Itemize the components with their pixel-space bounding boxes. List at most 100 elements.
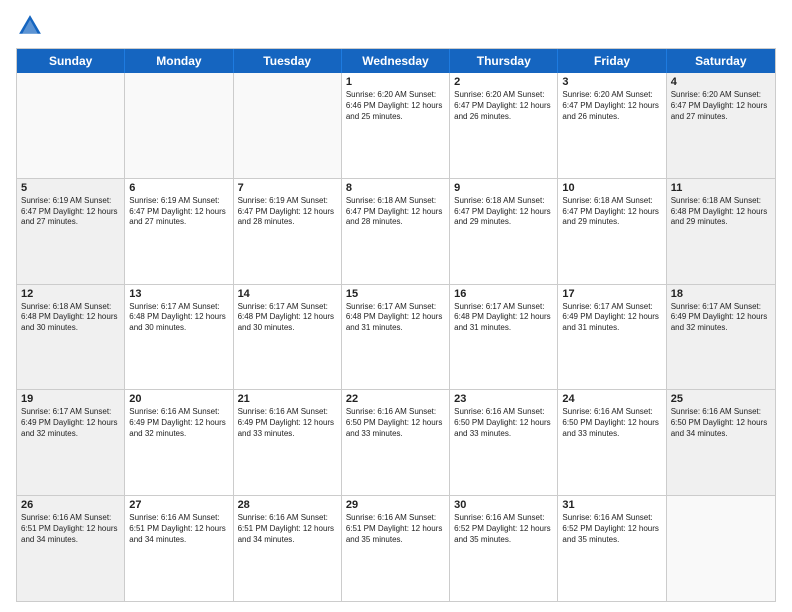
calendar-cell: 16Sunrise: 6:17 AM Sunset: 6:48 PM Dayli… [450,285,558,390]
day-info: Sunrise: 6:17 AM Sunset: 6:48 PM Dayligh… [238,302,337,334]
day-info: Sunrise: 6:18 AM Sunset: 6:47 PM Dayligh… [454,196,553,228]
calendar-body: 1 Sunrise: 6:20 AM Sunset: 6:46 PM Daylig… [17,73,775,601]
day-info: Sunrise: 6:17 AM Sunset: 6:49 PM Dayligh… [562,302,661,334]
day-number: 25 [671,393,771,405]
day-number: 3 [562,76,661,88]
day-info: Sunrise: 6:16 AM Sunset: 6:50 PM Dayligh… [671,407,771,439]
calendar-cell: 8 Sunrise: 6:18 AM Sunset: 6:47 PM Daylig… [342,179,450,284]
calendar-header-row: SundayMondayTuesdayWednesdayThursdayFrid… [17,49,775,73]
calendar-header-cell: Thursday [450,49,558,73]
day-number: 14 [238,288,337,300]
day-info: Sunrise: 6:19 AM Sunset: 6:47 PM Dayligh… [238,196,337,228]
day-info: Sunrise: 6:16 AM Sunset: 6:49 PM Dayligh… [129,407,228,439]
day-number: 17 [562,288,661,300]
day-info: Sunrise: 6:18 AM Sunset: 6:47 PM Dayligh… [346,196,445,228]
calendar-cell: 9 Sunrise: 6:18 AM Sunset: 6:47 PM Daylig… [450,179,558,284]
day-number: 23 [454,393,553,405]
calendar-cell: 3 Sunrise: 6:20 AM Sunset: 6:47 PM Daylig… [558,73,666,178]
calendar-header-cell: Monday [125,49,233,73]
calendar-cell: 25 Sunrise: 6:16 AM Sunset: 6:50 PM Dayli… [667,390,775,495]
calendar-cell: 7 Sunrise: 6:19 AM Sunset: 6:47 PM Daylig… [234,179,342,284]
calendar-cell [125,73,233,178]
calendar-cell: 13 Sunrise: 6:17 AM Sunset: 6:48 PM Dayli… [125,285,233,390]
calendar-cell: 17 Sunrise: 6:17 AM Sunset: 6:49 PM Dayli… [558,285,666,390]
calendar-cell: 18 Sunrise: 6:17 AM Sunset: 6:49 PM Dayli… [667,285,775,390]
day-info: Sunrise: 6:18 AM Sunset: 6:48 PM Dayligh… [671,196,771,228]
calendar-cell: 10 Sunrise: 6:18 AM Sunset: 6:47 PM Dayli… [558,179,666,284]
calendar-cell [234,73,342,178]
calendar-week: 5 Sunrise: 6:19 AM Sunset: 6:47 PM Daylig… [17,179,775,285]
day-number: 31 [562,499,661,511]
day-number: 2 [454,76,553,88]
calendar-cell: 30 Sunrise: 6:16 AM Sunset: 6:52 PM Dayli… [450,496,558,601]
day-number: 10 [562,182,661,194]
calendar-cell: 23 Sunrise: 6:16 AM Sunset: 6:50 PM Dayli… [450,390,558,495]
day-number: 19 [21,393,120,405]
day-number: 29 [346,499,445,511]
day-info: Sunrise: 6:16 AM Sunset: 6:51 PM Dayligh… [238,513,337,545]
calendar-header-cell: Tuesday [234,49,342,73]
day-info: Sunrise: 6:16 AM Sunset: 6:50 PM Dayligh… [454,407,553,439]
day-number: 6 [129,182,228,194]
calendar-cell: 14 Sunrise: 6:17 AM Sunset: 6:48 PM Dayli… [234,285,342,390]
day-info: Sunrise: 6:16 AM Sunset: 6:49 PM Dayligh… [238,407,337,439]
day-info: Sunrise: 6:18 AM Sunset: 6:47 PM Dayligh… [562,196,661,228]
calendar-cell: 12Sunrise: 6:18 AM Sunset: 6:48 PM Dayli… [17,285,125,390]
day-info: Sunrise: 6:17 AM Sunset: 6:48 PM Dayligh… [454,302,553,334]
calendar-cell: 31 Sunrise: 6:16 AM Sunset: 6:52 PM Dayli… [558,496,666,601]
calendar-header-cell: Saturday [667,49,775,73]
header [16,12,776,40]
calendar-cell: 4 Sunrise: 6:20 AM Sunset: 6:47 PM Daylig… [667,73,775,178]
day-number: 8 [346,182,445,194]
day-info: Sunrise: 6:16 AM Sunset: 6:50 PM Dayligh… [346,407,445,439]
calendar-cell: 24Sunrise: 6:16 AM Sunset: 6:50 PM Dayli… [558,390,666,495]
day-info: Sunrise: 6:20 AM Sunset: 6:47 PM Dayligh… [454,90,553,122]
day-number: 28 [238,499,337,511]
calendar-cell: 5Sunrise: 6:19 AM Sunset: 6:47 PM Daylig… [17,179,125,284]
day-info: Sunrise: 6:18 AM Sunset: 6:48 PM Dayligh… [21,302,120,334]
day-info: Sunrise: 6:20 AM Sunset: 6:47 PM Dayligh… [562,90,661,122]
calendar-cell: 6Sunrise: 6:19 AM Sunset: 6:47 PM Daylig… [125,179,233,284]
calendar-cell: 27Sunrise: 6:16 AM Sunset: 6:51 PM Dayli… [125,496,233,601]
day-number: 1 [346,76,445,88]
calendar-cell: 1 Sunrise: 6:20 AM Sunset: 6:46 PM Daylig… [342,73,450,178]
logo-icon [16,12,44,40]
day-info: Sunrise: 6:17 AM Sunset: 6:49 PM Dayligh… [671,302,771,334]
day-info: Sunrise: 6:16 AM Sunset: 6:51 PM Dayligh… [21,513,120,545]
day-number: 5 [21,182,120,194]
day-number: 11 [671,182,771,194]
day-number: 21 [238,393,337,405]
day-info: Sunrise: 6:17 AM Sunset: 6:48 PM Dayligh… [346,302,445,334]
day-number: 26 [21,499,120,511]
calendar-week: 19 Sunrise: 6:17 AM Sunset: 6:49 PM Dayli… [17,390,775,496]
day-info: Sunrise: 6:16 AM Sunset: 6:51 PM Dayligh… [346,513,445,545]
calendar-week: 12Sunrise: 6:18 AM Sunset: 6:48 PM Dayli… [17,285,775,391]
day-number: 24 [562,393,661,405]
day-info: Sunrise: 6:16 AM Sunset: 6:52 PM Dayligh… [454,513,553,545]
calendar-cell: 15Sunrise: 6:17 AM Sunset: 6:48 PM Dayli… [342,285,450,390]
calendar-cell: 11 Sunrise: 6:18 AM Sunset: 6:48 PM Dayli… [667,179,775,284]
day-info: Sunrise: 6:17 AM Sunset: 6:49 PM Dayligh… [21,407,120,439]
day-info: Sunrise: 6:20 AM Sunset: 6:47 PM Dayligh… [671,90,771,122]
calendar-cell: 2 Sunrise: 6:20 AM Sunset: 6:47 PM Daylig… [450,73,558,178]
day-number: 27 [129,499,228,511]
day-number: 22 [346,393,445,405]
day-number: 9 [454,182,553,194]
calendar-cell: 22 Sunrise: 6:16 AM Sunset: 6:50 PM Dayli… [342,390,450,495]
day-number: 20 [129,393,228,405]
logo [16,12,48,40]
day-number: 4 [671,76,771,88]
day-info: Sunrise: 6:17 AM Sunset: 6:48 PM Dayligh… [129,302,228,334]
day-info: Sunrise: 6:16 AM Sunset: 6:52 PM Dayligh… [562,513,661,545]
calendar-cell [17,73,125,178]
day-number: 30 [454,499,553,511]
day-number: 13 [129,288,228,300]
day-info: Sunrise: 6:20 AM Sunset: 6:46 PM Dayligh… [346,90,445,122]
page: SundayMondayTuesdayWednesdayThursdayFrid… [0,0,792,612]
calendar: SundayMondayTuesdayWednesdayThursdayFrid… [16,48,776,602]
day-number: 18 [671,288,771,300]
day-number: 7 [238,182,337,194]
calendar-header-cell: Sunday [17,49,125,73]
calendar-week: 1 Sunrise: 6:20 AM Sunset: 6:46 PM Daylig… [17,73,775,179]
calendar-cell: 28 Sunrise: 6:16 AM Sunset: 6:51 PM Dayli… [234,496,342,601]
